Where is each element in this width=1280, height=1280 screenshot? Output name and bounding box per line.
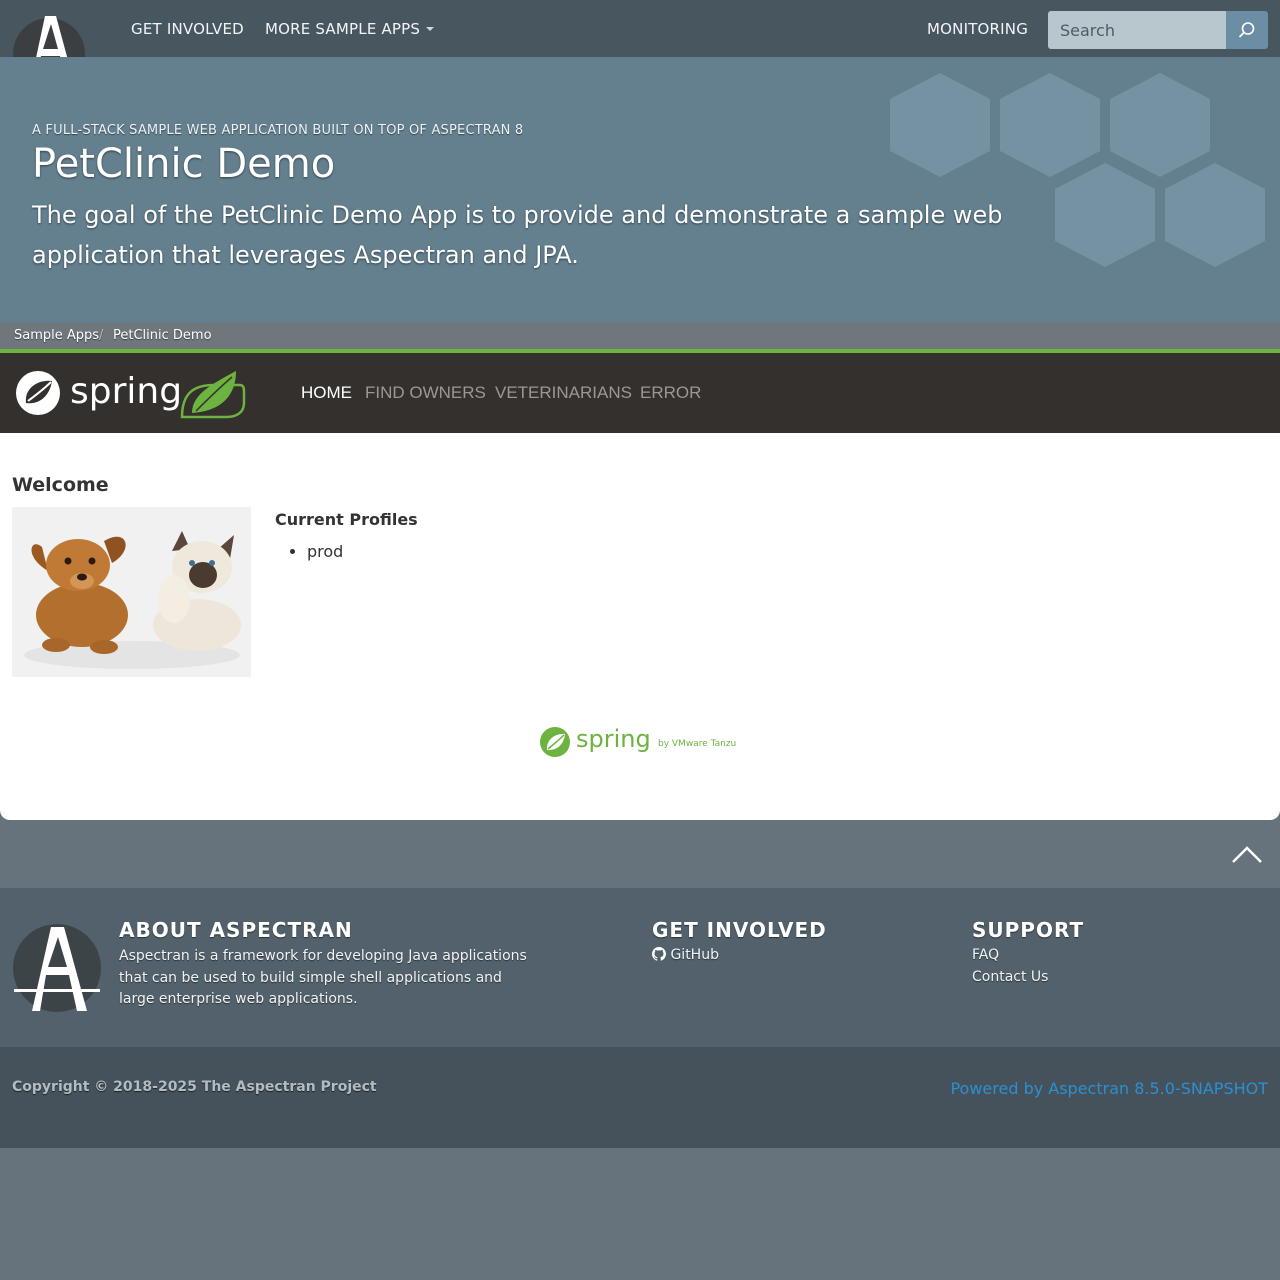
search-button[interactable] [1226, 11, 1268, 49]
footer: ABOUT ASPECTRAN Aspectran is a framework… [0, 888, 1280, 1047]
aspectran-logo[interactable] [12, 921, 102, 1013]
nav-veterinarians[interactable]: VETERINARIANS [495, 383, 632, 403]
chevron-up-icon[interactable] [1230, 842, 1264, 866]
hero-banner: A FULL-STACK SAMPLE WEB APPLICATION BUIL… [0, 57, 1280, 323]
hero-description: The goal of the PetClinic Demo App is to… [32, 201, 1003, 269]
chevron-down-icon [426, 27, 435, 31]
breadcrumb-petclinic-demo[interactable]: PetClinic Demo [113, 328, 212, 343]
footer-faq-link[interactable]: FAQ [972, 947, 999, 963]
powered-by-link[interactable]: Powered by Aspectran 8.5.0-SNAPSHOT [950, 1079, 1268, 1098]
spring-logo[interactable]: spring [14, 365, 246, 421]
spring-by-vmware-logo[interactable]: spring by VMware Tanzu [538, 723, 744, 759]
nav-monitoring[interactable]: MONITORING [927, 20, 1028, 38]
breadcrumb-sample-apps[interactable]: Sample Apps [14, 328, 99, 343]
hero-kicker: A FULL-STACK SAMPLE WEB APPLICATION BUIL… [32, 123, 524, 138]
nav-error[interactable]: ERROR [640, 383, 701, 403]
copyright: Copyright © 2018-2025 The Aspectran Proj… [12, 1079, 377, 1095]
current-profiles-title: Current Profiles [275, 510, 418, 529]
main-content: Welcome Current Profiles • prod spring b… [0, 433, 1280, 820]
footer-github-label: GitHub [670, 947, 719, 963]
profiles-list: prod [307, 542, 343, 561]
pets-illustration [12, 507, 251, 677]
nav-more-sample-apps-label: MORE SAMPLE APPS [265, 20, 421, 38]
footer-about-title: ABOUT ASPECTRAN [119, 918, 353, 942]
nav-get-involved[interactable]: GET INVOLVED [131, 20, 244, 38]
footer-about-text: Aspectran is a framework for developing … [119, 948, 527, 1007]
nav-find-owners[interactable]: FIND OWNERS [365, 383, 486, 403]
search-input[interactable] [1048, 11, 1227, 49]
footer-github-link[interactable]: GitHub [652, 947, 719, 963]
spring-logo-text: spring [70, 371, 182, 412]
breadcrumb-separator: / [99, 328, 104, 343]
footer-contact-link[interactable]: Contact Us [972, 969, 1048, 985]
bottom-bar: Copyright © 2018-2025 The Aspectran Proj… [0, 1047, 1280, 1148]
spring-footer-logo-sub: by VMware Tanzu [658, 739, 736, 749]
footer-support-title: SUPPORT [972, 918, 1085, 942]
welcome-heading: Welcome [12, 474, 109, 496]
nav-more-sample-apps[interactable]: MORE SAMPLE APPS [265, 20, 435, 38]
spring-footer-logo-text: spring [576, 725, 651, 753]
list-item: prod [307, 542, 343, 561]
spring-navbar: spring HOME FIND OWNERS VETERINARIANS ER… [0, 353, 1280, 433]
github-icon [652, 947, 666, 961]
breadcrumb: Sample Apps / PetClinic Demo [0, 323, 1280, 349]
nav-home[interactable]: HOME [301, 383, 352, 403]
pets-photo [12, 507, 251, 677]
search-icon [1238, 22, 1255, 38]
page-title: PetClinic Demo [32, 141, 336, 187]
footer-get-involved-title: GET INVOLVED [652, 918, 827, 942]
top-navbar: GET INVOLVED MORE SAMPLE APPS MONITORING [0, 0, 1280, 86]
